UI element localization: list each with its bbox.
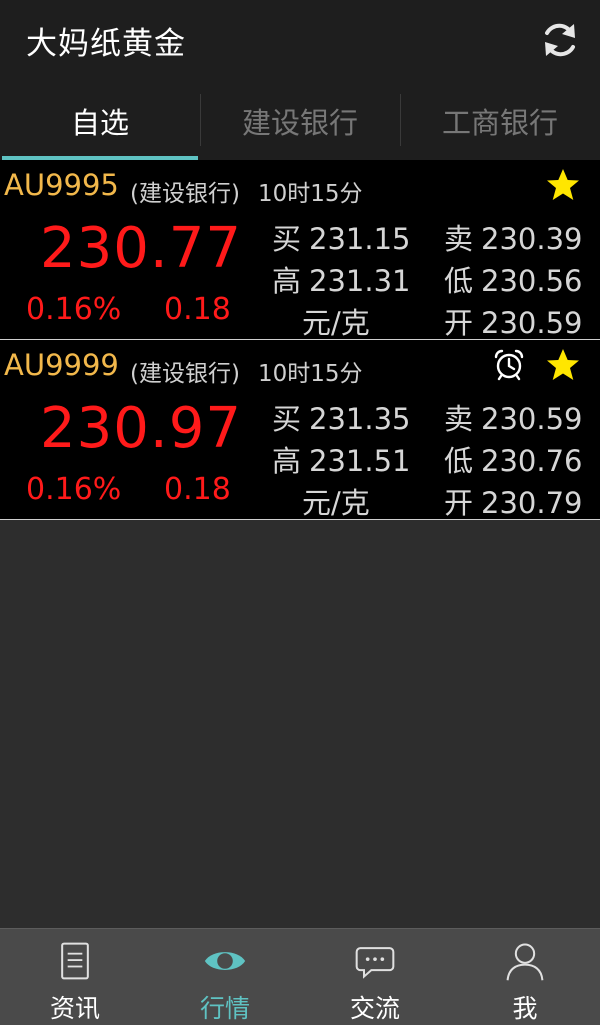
- tab-ccb[interactable]: 建设银行: [200, 82, 400, 160]
- sell-value: 230.39: [481, 222, 583, 256]
- bottom-nav: 资讯 行情 交流 我: [0, 928, 600, 1025]
- quote-low: 低 230.56: [444, 258, 583, 300]
- quote-time: 10时15分: [258, 181, 363, 207]
- quote-row[interactable]: AU9995 (建设银行) 10时15分 230.77 0.16% 0.18 买…: [0, 160, 600, 340]
- open-label: 开: [444, 486, 474, 520]
- low-value: 230.76: [481, 444, 583, 478]
- high-label: 高: [272, 444, 302, 478]
- nav-me[interactable]: 我: [450, 929, 600, 1025]
- quote-time: 10时15分: [258, 361, 363, 387]
- low-label: 低: [444, 264, 474, 298]
- sell-value: 230.59: [481, 402, 583, 436]
- nav-news[interactable]: 资讯: [0, 929, 150, 1025]
- quote-high: 高 231.31: [272, 258, 411, 300]
- quote-buy: 买 231.35: [272, 396, 411, 438]
- alarm-clock-icon[interactable]: [492, 348, 526, 382]
- high-value: 231.31: [309, 264, 411, 298]
- quote-price: 230.97: [40, 396, 242, 461]
- nav-label: 我: [512, 994, 538, 1023]
- star-icon[interactable]: [545, 347, 581, 383]
- sell-label: 卖: [444, 222, 474, 256]
- quote-change: 0.18: [164, 472, 231, 507]
- quote-row[interactable]: AU9999 (建设银行) 10时15分 230.97 0.16% 0.18 买…: [0, 340, 600, 520]
- nav-market[interactable]: 行情: [150, 929, 300, 1025]
- quote-low: 低 230.76: [444, 438, 583, 480]
- quote-change-percent: 0.16%: [26, 472, 122, 507]
- quote-sell: 卖 230.59: [444, 396, 583, 438]
- quote-sell: 卖 230.39: [444, 216, 583, 258]
- open-value: 230.59: [481, 306, 583, 340]
- buy-label: 买: [272, 222, 302, 256]
- high-label: 高: [272, 264, 302, 298]
- low-value: 230.56: [481, 264, 583, 298]
- quote-open: 开 230.59: [444, 300, 583, 342]
- tab-divider: [200, 94, 201, 146]
- low-label: 低: [444, 444, 474, 478]
- open-value: 230.79: [481, 486, 583, 520]
- nav-label: 资讯: [49, 994, 100, 1023]
- quote-bank: (建设银行): [130, 361, 240, 387]
- quote-open: 开 230.79: [444, 480, 583, 522]
- tab-divider: [400, 94, 401, 146]
- sell-label: 卖: [444, 402, 474, 436]
- app-header: 大妈纸黄金: [0, 0, 600, 82]
- refresh-icon: [545, 23, 575, 57]
- buy-label: 买: [272, 402, 302, 436]
- tab-favorites[interactable]: 自选: [0, 82, 200, 160]
- quote-price: 230.77: [40, 216, 242, 281]
- quote-unit: 元/克: [302, 306, 370, 340]
- quote-high: 高 231.51: [272, 438, 411, 480]
- user-icon: [506, 943, 544, 981]
- app-title: 大妈纸黄金: [26, 26, 186, 62]
- buy-value: 231.15: [309, 222, 411, 256]
- buy-value: 231.35: [309, 402, 411, 436]
- refresh-button[interactable]: [538, 18, 582, 62]
- quote-list: AU9995 (建设银行) 10时15分 230.77 0.16% 0.18 买…: [0, 160, 600, 520]
- quote-change-percent: 0.16%: [26, 292, 122, 327]
- quote-change: 0.18: [164, 292, 231, 327]
- nav-label: 行情: [199, 994, 250, 1023]
- open-label: 开: [444, 306, 474, 340]
- quote-symbol: AU9999: [4, 348, 119, 382]
- quote-bank: (建设银行): [130, 181, 240, 207]
- document-icon: [61, 942, 89, 980]
- quote-buy: 买 231.15: [272, 216, 411, 258]
- chat-bubble-icon: [355, 947, 395, 979]
- high-value: 231.51: [309, 444, 411, 478]
- tab-bar: 自选 建设银行 工商银行: [0, 82, 600, 160]
- star-icon[interactable]: [545, 167, 581, 203]
- nav-community[interactable]: 交流: [300, 929, 450, 1025]
- eye-icon: [204, 952, 246, 970]
- tab-icbc[interactable]: 工商银行: [400, 82, 600, 160]
- quote-symbol: AU9995: [4, 168, 119, 202]
- quote-unit: 元/克: [302, 486, 370, 520]
- nav-label: 交流: [349, 994, 400, 1023]
